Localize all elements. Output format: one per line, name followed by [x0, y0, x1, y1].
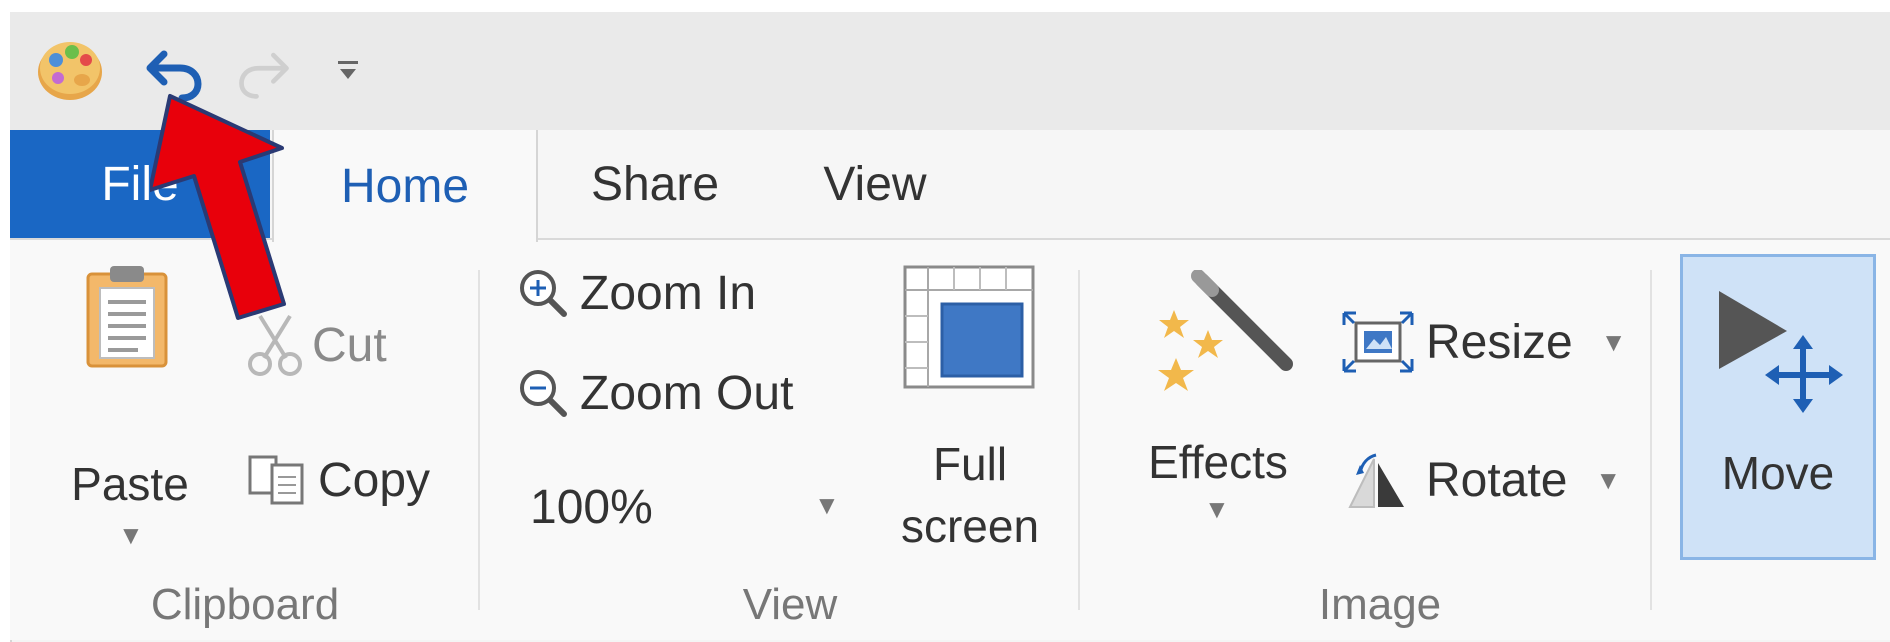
- copy-button[interactable]: Copy: [246, 430, 430, 530]
- full-screen-button[interactable]: Full screen: [880, 264, 1060, 564]
- magic-wand-icon: [1158, 270, 1293, 391]
- zoom-out-icon: [520, 370, 567, 417]
- tab-view[interactable]: View: [810, 130, 940, 238]
- full-screen-label-line2: screen: [900, 500, 1040, 552]
- cut-label: Cut: [312, 318, 387, 372]
- zoom-out-button[interactable]: Zoom Out: [516, 356, 793, 430]
- move-button[interactable]: Move: [1680, 254, 1876, 560]
- rotate-dropdown-caret[interactable]: ▼: [1595, 465, 1621, 496]
- paste-label: Paste: [71, 458, 189, 510]
- move-label: Move: [1721, 447, 1835, 499]
- resize-icon: [1342, 311, 1414, 373]
- move-selection-icon: [1719, 291, 1843, 413]
- tab-share[interactable]: Share: [570, 130, 740, 238]
- customize-qat-icon[interactable]: [326, 42, 370, 98]
- zoom-level-value: 100%: [530, 481, 653, 534]
- paste-dropdown-caret[interactable]: ▼: [118, 520, 144, 551]
- effects-button[interactable]: Effects ▼: [1128, 270, 1308, 570]
- group-separator: [1078, 270, 1080, 610]
- view-group-label: View: [742, 580, 838, 629]
- effects-dropdown-caret[interactable]: ▼: [1204, 494, 1230, 525]
- full-screen-label-line1: Full: [932, 438, 1008, 490]
- clipboard-group-label: Clipboard: [150, 580, 340, 629]
- zoom-out-label: Zoom Out: [580, 366, 794, 420]
- copy-icon: [248, 455, 304, 505]
- group-separator: [478, 270, 480, 610]
- copy-label: Copy: [318, 453, 431, 507]
- tab-home[interactable]: Home: [272, 130, 538, 242]
- resize-label: Resize: [1426, 315, 1573, 369]
- zoom-in-icon: [520, 270, 567, 317]
- rotate-label: Rotate: [1426, 453, 1568, 507]
- resize-button[interactable]: Resize ▼: [1340, 300, 1626, 384]
- zoom-in-label: Zoom In: [580, 266, 757, 320]
- rotate-button[interactable]: Rotate ▼: [1340, 430, 1621, 530]
- effects-label: Effects: [1148, 436, 1288, 488]
- resize-dropdown-caret[interactable]: ▼: [1601, 327, 1627, 358]
- group-separator: [1650, 270, 1652, 610]
- image-group-label: Image: [1318, 580, 1442, 629]
- paint-palette-icon[interactable]: [32, 32, 108, 108]
- zoom-level-dropdown[interactable]: 100% ▼: [522, 468, 842, 542]
- zoom-level-caret[interactable]: ▼: [814, 490, 840, 521]
- zoom-in-button[interactable]: Zoom In: [516, 256, 756, 330]
- rotate-icon: [1348, 453, 1404, 508]
- full-screen-icon: [903, 265, 1035, 389]
- annotation-arrow-icon: [150, 94, 286, 320]
